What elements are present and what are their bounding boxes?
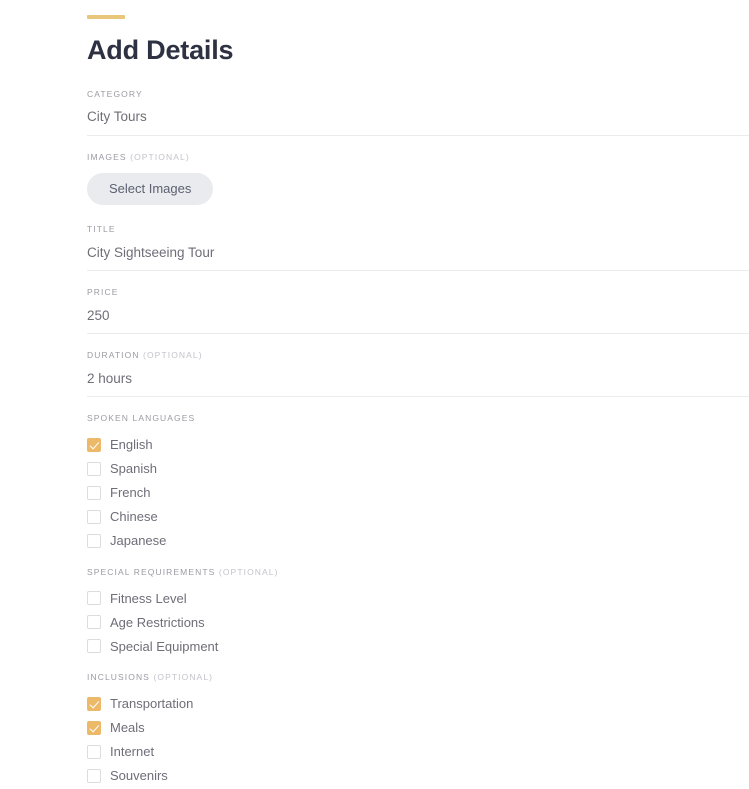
checkbox-label: English <box>110 438 153 451</box>
checkbox-checked-icon[interactable] <box>87 438 101 452</box>
checkbox-label: Chinese <box>110 510 158 523</box>
form-content: Add Details CATEGORY City Tours IMAGES (… <box>0 0 749 788</box>
checkbox-label: French <box>110 486 150 499</box>
checkbox-label: Internet <box>110 745 154 758</box>
input-category[interactable]: City Tours <box>87 110 749 136</box>
checkbox-label: Special Equipment <box>110 640 218 653</box>
label-category: CATEGORY <box>87 90 749 99</box>
checkbox-unchecked-icon[interactable] <box>87 639 101 653</box>
checkbox-row[interactable]: Souvenirs <box>87 764 749 788</box>
label-price-text: PRICE <box>87 287 118 297</box>
label-special-requirements: SPECIAL REQUIREMENTS (OPTIONAL) <box>87 568 749 577</box>
label-title: TITLE <box>87 225 749 234</box>
checkbox-row[interactable]: Transportation <box>87 692 749 716</box>
field-price: PRICE 250 <box>87 288 749 334</box>
label-spoken-languages-text: SPOKEN LANGUAGES <box>87 413 195 423</box>
label-category-text: CATEGORY <box>87 89 143 99</box>
checkbox-unchecked-icon[interactable] <box>87 462 101 476</box>
checkbox-list-spoken-languages: English Spanish French Chinese Japanese <box>87 433 749 553</box>
checkbox-row[interactable]: Meals <box>87 716 749 740</box>
checkbox-unchecked-icon[interactable] <box>87 510 101 524</box>
label-duration-optional: (OPTIONAL) <box>143 350 203 360</box>
checkbox-label: Fitness Level <box>110 592 187 605</box>
label-price: PRICE <box>87 288 749 297</box>
label-images-text: IMAGES <box>87 152 127 162</box>
checkbox-unchecked-icon[interactable] <box>87 769 101 783</box>
checkbox-unchecked-icon[interactable] <box>87 745 101 759</box>
accent-bar <box>87 15 125 19</box>
input-duration[interactable]: 2 hours <box>87 372 749 398</box>
checkbox-row[interactable]: Internet <box>87 740 749 764</box>
checkbox-row[interactable]: Age Restrictions <box>87 610 749 634</box>
checkbox-unchecked-icon[interactable] <box>87 534 101 548</box>
checkbox-label: Transportation <box>110 697 193 710</box>
group-inclusions: INCLUSIONS (OPTIONAL) Transportation Meal… <box>87 673 749 788</box>
checkbox-label: Souvenirs <box>110 769 168 782</box>
checkbox-row[interactable]: English <box>87 433 749 457</box>
checkbox-unchecked-icon[interactable] <box>87 486 101 500</box>
checkbox-checked-icon[interactable] <box>87 697 101 711</box>
label-duration-text: DURATION <box>87 350 140 360</box>
select-images-button[interactable]: Select Images <box>87 173 213 205</box>
page-title: Add Details <box>87 36 749 66</box>
label-inclusions: INCLUSIONS (OPTIONAL) <box>87 673 749 682</box>
field-duration: DURATION (OPTIONAL) 2 hours <box>87 351 749 397</box>
checkbox-unchecked-icon[interactable] <box>87 615 101 629</box>
label-images: IMAGES (OPTIONAL) <box>87 153 749 162</box>
checkbox-checked-icon[interactable] <box>87 721 101 735</box>
checkbox-row[interactable]: Spanish <box>87 457 749 481</box>
label-images-optional: (OPTIONAL) <box>130 152 190 162</box>
label-title-text: TITLE <box>87 224 116 234</box>
checkbox-row[interactable]: Special Equipment <box>87 634 749 658</box>
checkbox-row[interactable]: French <box>87 481 749 505</box>
field-images: IMAGES (OPTIONAL) Select Images <box>87 153 749 206</box>
label-duration: DURATION (OPTIONAL) <box>87 351 749 360</box>
field-category: CATEGORY City Tours <box>87 90 749 136</box>
checkbox-list-inclusions: Transportation Meals Internet Souvenirs <box>87 692 749 788</box>
checkbox-row[interactable]: Fitness Level <box>87 586 749 610</box>
label-inclusions-optional: (OPTIONAL) <box>153 672 213 682</box>
label-spoken-languages: SPOKEN LANGUAGES <box>87 414 749 423</box>
add-details-page: Add Details CATEGORY City Tours IMAGES (… <box>0 0 749 789</box>
checkbox-label: Meals <box>110 721 145 734</box>
label-special-requirements-text: SPECIAL REQUIREMENTS <box>87 567 215 577</box>
checkbox-label: Japanese <box>110 534 166 547</box>
checkbox-row[interactable]: Chinese <box>87 505 749 529</box>
checkbox-row[interactable]: Japanese <box>87 529 749 553</box>
group-special-requirements: SPECIAL REQUIREMENTS (OPTIONAL) Fitness … <box>87 568 749 659</box>
field-title: TITLE City Sightseeing Tour <box>87 225 749 271</box>
label-special-requirements-optional: (OPTIONAL) <box>219 567 279 577</box>
checkbox-label: Age Restrictions <box>110 616 205 629</box>
group-spoken-languages: SPOKEN LANGUAGES English Spanish French Chi… <box>87 414 749 553</box>
input-price[interactable]: 250 <box>87 309 749 335</box>
label-inclusions-text: INCLUSIONS <box>87 672 150 682</box>
input-title[interactable]: City Sightseeing Tour <box>87 246 749 272</box>
checkbox-label: Spanish <box>110 462 157 475</box>
checkbox-unchecked-icon[interactable] <box>87 591 101 605</box>
checkbox-list-special-requirements: Fitness Level Age Restrictions Special Equ… <box>87 586 749 658</box>
